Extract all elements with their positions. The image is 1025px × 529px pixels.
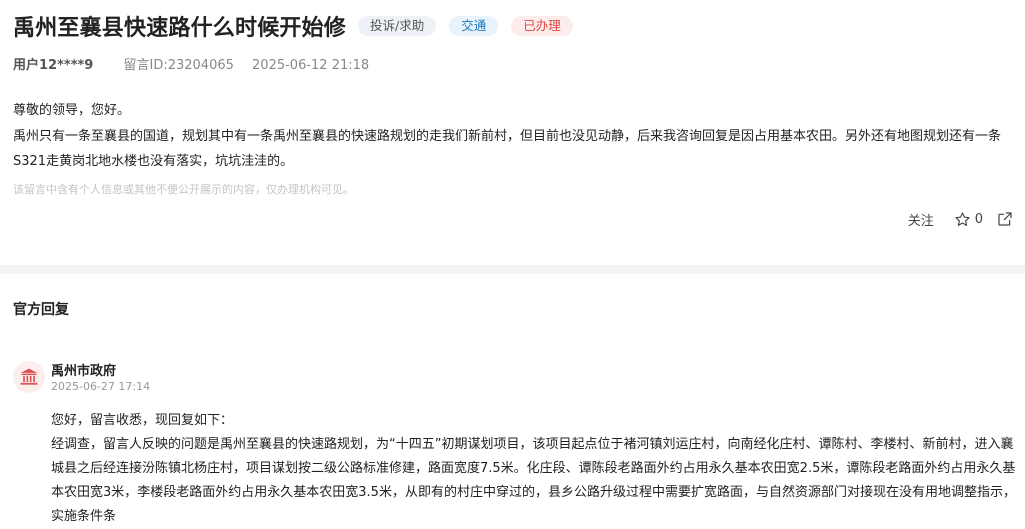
share-button[interactable] bbox=[997, 211, 1013, 227]
reply-date: 2025-06-27 17:14 bbox=[51, 380, 151, 393]
message-id: 留言ID:23204065 bbox=[123, 58, 234, 73]
post-meta: 用户12****9 留言ID:23204065 2025-06-12 21:18 bbox=[13, 54, 369, 73]
official-reply-content: 您好，留言收悉，现回复如下： 经调查，留言人反映的问题是禹州至襄县的快速路规划，… bbox=[51, 409, 1016, 529]
post-header: 禹州至襄县快速路什么时候开始修 投诉/求助 交通 已办理 bbox=[13, 9, 586, 43]
post-greeting: 尊敬的领导，您好。 bbox=[13, 103, 131, 118]
avatar bbox=[13, 361, 45, 393]
category-tag[interactable]: 投诉/求助 bbox=[358, 16, 437, 36]
privacy-note: 该留言中含有个人信息或其他不便公开展示的内容，仅办理机构可见。 bbox=[13, 183, 354, 196]
reply-body: 经调查，留言人反映的问题是禹州至襄县的快速路规划，为“十四五”初期谋划项目，该项… bbox=[51, 437, 1016, 524]
share-icon bbox=[998, 212, 1012, 226]
topic-tag[interactable]: 交通 bbox=[449, 16, 499, 36]
star-button[interactable]: 0 bbox=[954, 211, 983, 228]
org-name: 禹州市政府 bbox=[51, 364, 117, 379]
status-badge: 已办理 bbox=[511, 16, 573, 36]
star-count: 0 bbox=[974, 211, 983, 227]
post-datetime: 2025-06-12 21:18 bbox=[252, 58, 370, 73]
post-title: 禹州至襄县快速路什么时候开始修 bbox=[13, 16, 347, 41]
reply-greeting: 您好，留言收悉，现回复如下： bbox=[51, 413, 234, 428]
section-divider bbox=[0, 265, 1025, 274]
post-actions: 关注 0 bbox=[908, 208, 1013, 230]
post-body: 禹州只有一条至襄县的国道，规划其中有一条禹州至襄县的快速路规划的走我们新前村，但… bbox=[13, 128, 1002, 170]
star-icon bbox=[955, 211, 970, 226]
government-building-icon bbox=[20, 368, 38, 385]
official-reply-heading: 官方回复 bbox=[13, 302, 69, 318]
post-content: 尊敬的领导，您好。 禹州只有一条至襄县的国道，规划其中有一条禹州至襄县的快速路规… bbox=[13, 98, 1013, 175]
follow-button[interactable]: 关注 bbox=[908, 210, 934, 229]
post-author: 用户12****9 bbox=[13, 58, 94, 73]
